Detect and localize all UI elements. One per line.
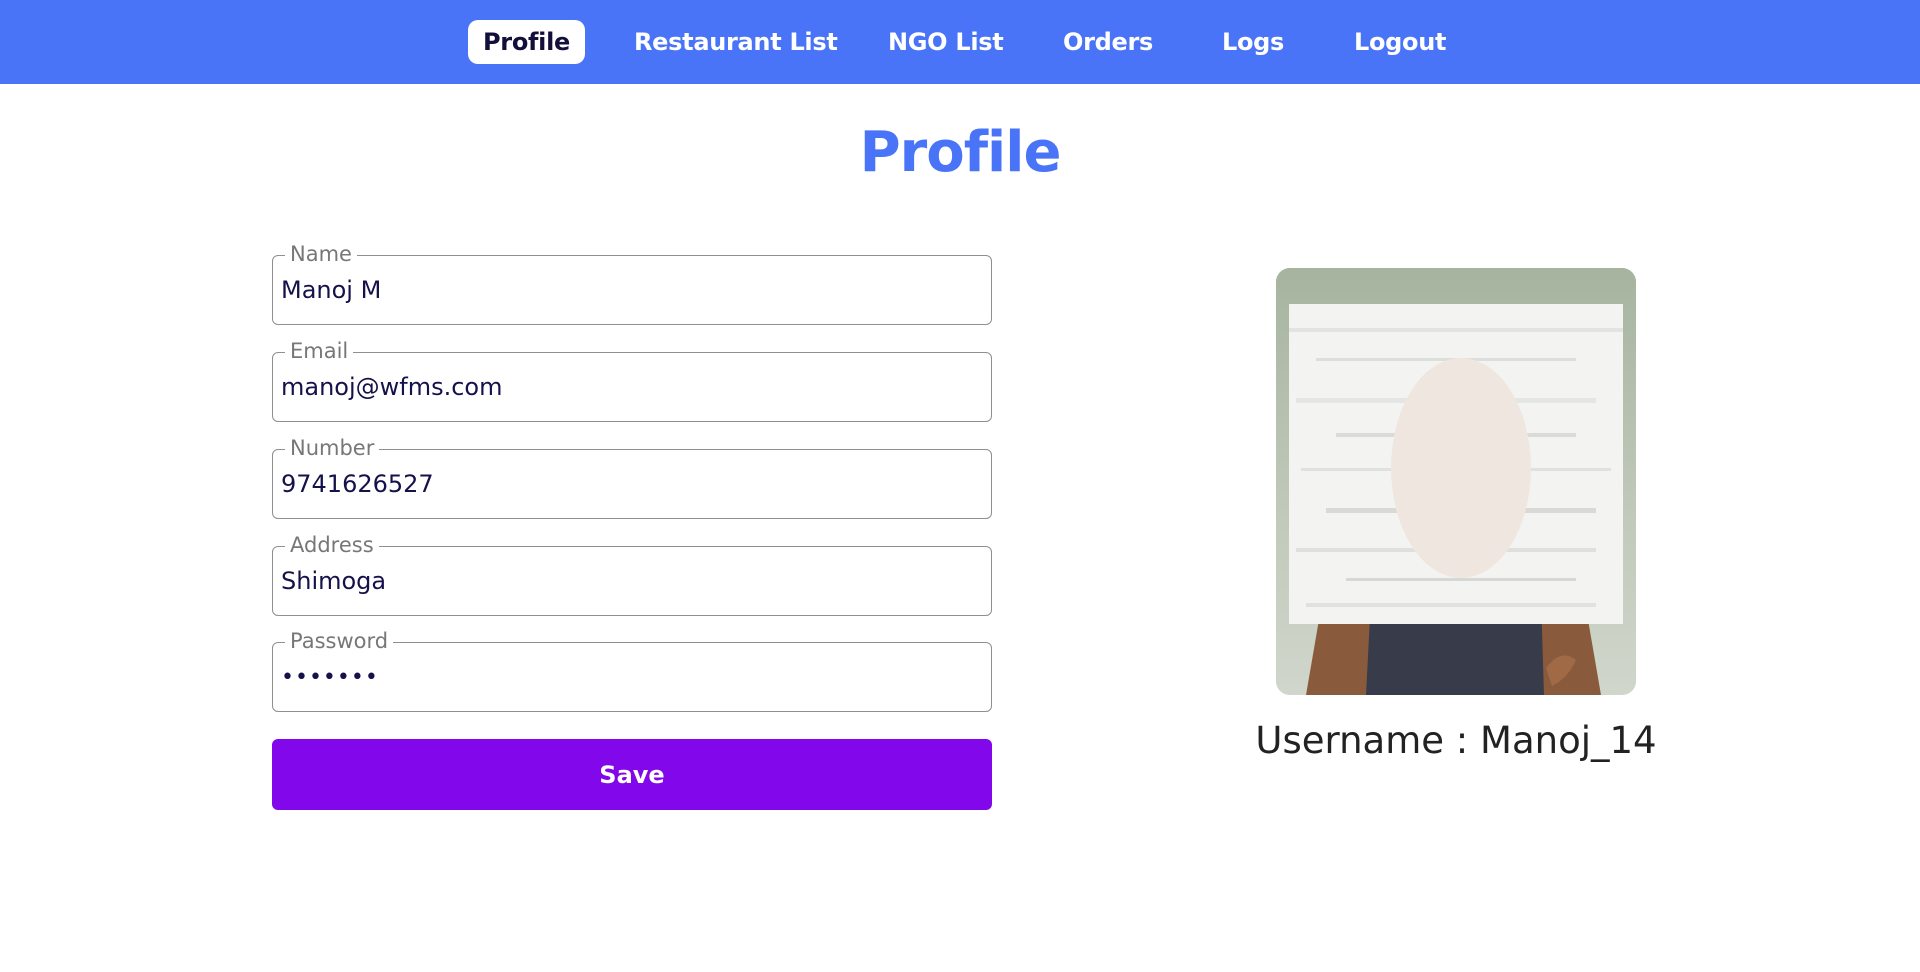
password-input[interactable]	[281, 657, 983, 697]
password-field-label: Password	[285, 628, 394, 654]
username-label: Username : Manoj_14	[1255, 719, 1657, 762]
page-title: Profile	[859, 120, 1062, 185]
nav-item-ngo-list[interactable]: NGO List	[888, 20, 1004, 64]
email-field-label: Email	[285, 338, 354, 364]
address-field: Address	[272, 532, 992, 616]
avatar-image	[1276, 268, 1636, 695]
name-field: Name	[272, 241, 992, 325]
address-field-label: Address	[285, 532, 379, 558]
name-field-label: Name	[285, 241, 357, 267]
profile-avatar	[1276, 268, 1636, 695]
email-field: Email	[272, 338, 992, 422]
password-field: Password	[272, 628, 992, 712]
nav-item-restaurant-list[interactable]: Restaurant List	[634, 20, 838, 64]
top-navbar: Profile Restaurant List NGO List Orders …	[0, 0, 1920, 84]
address-input[interactable]	[281, 561, 983, 601]
save-button[interactable]: Save	[272, 739, 992, 810]
nav-item-orders[interactable]: Orders	[1063, 20, 1153, 64]
name-input[interactable]	[281, 270, 983, 310]
number-field-label: Number	[285, 435, 380, 461]
nav-item-profile[interactable]: Profile	[468, 20, 585, 64]
email-input[interactable]	[281, 367, 983, 407]
nav-item-logout[interactable]: Logout	[1354, 20, 1447, 64]
number-field: Number	[272, 435, 992, 519]
number-input[interactable]	[281, 464, 983, 504]
nav-item-logs[interactable]: Logs	[1222, 20, 1284, 64]
